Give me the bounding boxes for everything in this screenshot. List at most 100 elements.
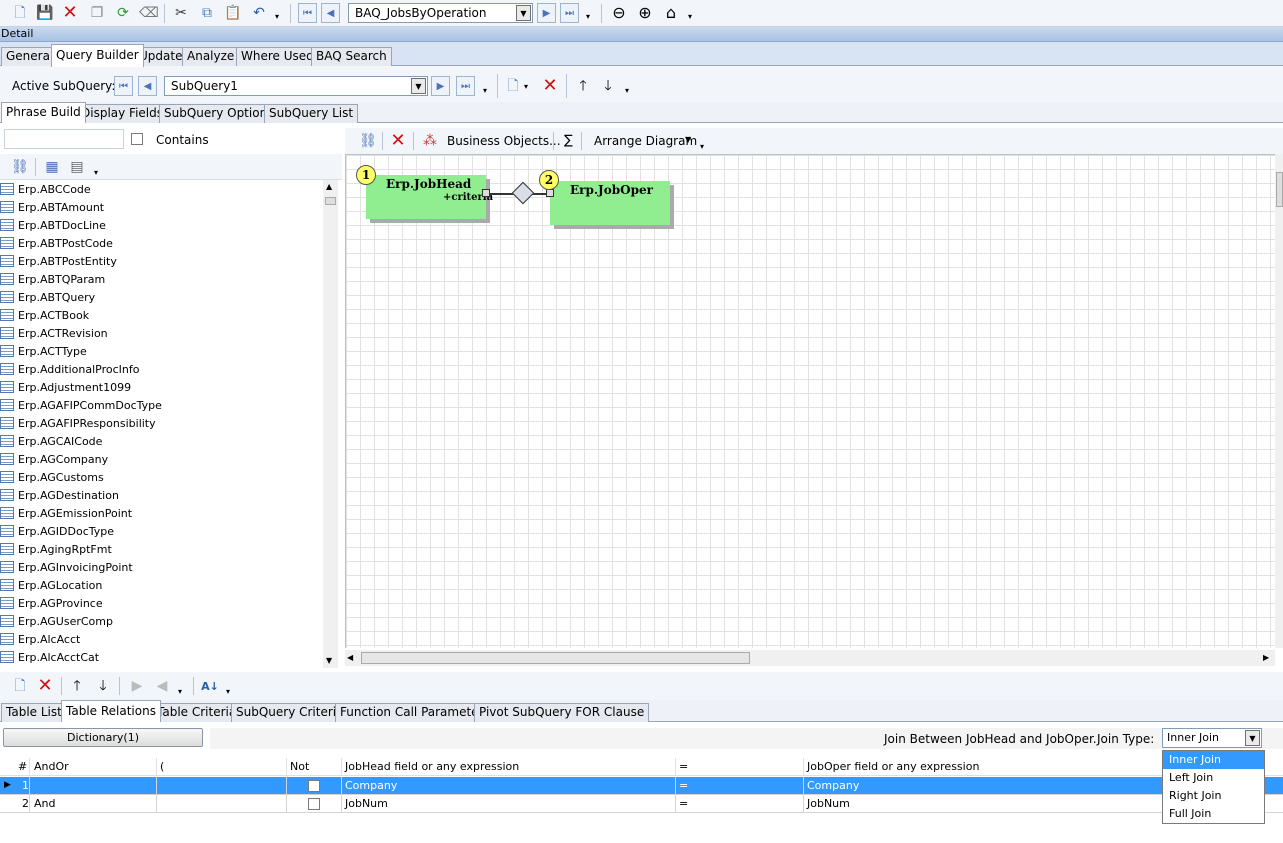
list-item[interactable]: Erp.AGCustoms — [0, 468, 322, 486]
copy-icon[interactable]: ❐ — [87, 3, 107, 23]
list-item[interactable]: Erp.ACTType — [0, 342, 322, 360]
tab-general[interactable]: General — [1, 47, 59, 66]
join-type-select[interactable]: Inner Join ▼ — [1162, 728, 1262, 748]
sort-dropdown-icon[interactable]: ▾ — [226, 687, 230, 696]
subquery-nav-dropdown-icon[interactable]: ▾ — [483, 86, 487, 95]
list-item[interactable]: Erp.AGLocation — [0, 576, 322, 594]
list-item[interactable]: Erp.AGCAICode — [0, 432, 322, 450]
diagram-hscrollbar[interactable]: ◀ ▶ — [345, 650, 1275, 666]
list-item[interactable]: Erp.AGCompany — [0, 450, 322, 468]
chevron-down-icon[interactable]: ▼ — [411, 78, 426, 94]
table-node-jobhead[interactable]: Erp.JobHead +criteria — [366, 175, 493, 219]
indent-icon[interactable]: ▶ — [127, 676, 147, 696]
sort-az-icon[interactable]: A↓ — [200, 676, 220, 696]
forward-icon[interactable]: ⊕ — [635, 3, 655, 23]
list-item[interactable]: Erp.ABTAmount — [0, 198, 322, 216]
export-icon[interactable]: ▤ — [67, 157, 87, 177]
list-item[interactable]: Erp.ACTRevision — [0, 324, 322, 342]
tab-display-fields[interactable]: Display Fields — [76, 104, 168, 123]
scroll-down-icon[interactable]: ▼ — [326, 656, 332, 665]
row-right-field[interactable]: JobNum — [804, 795, 1164, 813]
last-subquery-icon[interactable]: ⏭ — [456, 76, 475, 96]
contains-checkbox[interactable] — [131, 133, 143, 145]
connector-handle[interactable] — [546, 189, 554, 197]
arrange-dropdown-icon[interactable]: ▼ — [685, 135, 691, 144]
new-dropdown-icon[interactable]: ▾ — [524, 82, 528, 91]
tab-baq-search[interactable]: BAQ Search — [311, 47, 392, 66]
list-item[interactable]: Erp.Adjustment1099 — [0, 378, 322, 396]
tab-table-relations[interactable]: Table Relations — [61, 700, 161, 722]
first-record-icon[interactable]: ⏮ — [298, 3, 317, 23]
cut-icon[interactable]: ✂ — [171, 3, 191, 23]
move-up-icon[interactable]: 🡑 — [573, 76, 593, 96]
list-item[interactable]: Erp.AGAFIPResponsibility — [0, 414, 322, 432]
list-item[interactable]: Erp.AGProvince — [0, 594, 322, 612]
scroll-up-icon[interactable]: ▲ — [326, 182, 332, 191]
list-item[interactable]: Erp.AGEmissionPoint — [0, 504, 322, 522]
list-item[interactable]: Erp.ABTPostCode — [0, 234, 322, 252]
list-item[interactable]: Erp.AlcAcctCat — [0, 648, 322, 666]
home-icon[interactable]: ⌂ — [661, 3, 681, 23]
join-diamond-icon[interactable] — [511, 181, 535, 205]
join-option-inner[interactable]: Inner Join — [1163, 751, 1264, 769]
row-not[interactable] — [287, 777, 342, 795]
hscroll-thumb[interactable] — [361, 652, 750, 664]
tab-subquery-list[interactable]: SubQuery List — [264, 104, 359, 123]
indent-dropdown-icon[interactable]: ▾ — [178, 687, 182, 696]
scroll-thumb[interactable] — [325, 197, 336, 205]
more-dropdown-icon[interactable]: ▾ — [688, 12, 692, 21]
column-header-op[interactable]: = — [676, 758, 804, 776]
new-subquery-icon[interactable]: 🗋 — [503, 76, 523, 96]
new-relation-icon[interactable]: 🗋 — [10, 676, 30, 696]
business-objects-button[interactable]: Business Objects... — [447, 134, 561, 148]
table-list-scrollbar[interactable]: ▲ ▼ — [323, 180, 338, 668]
first-subquery-icon[interactable]: ⏮ — [114, 76, 133, 96]
tab-query-builder[interactable]: Query Builder — [51, 44, 144, 67]
chevron-down-icon[interactable]: ▼ — [516, 5, 531, 21]
list-item[interactable]: Erp.ABTPostEntity — [0, 252, 322, 270]
list-item[interactable]: Erp.AGIDDocType — [0, 522, 322, 540]
list-item[interactable]: Erp.ACTBook — [0, 306, 322, 324]
row-andor[interactable] — [31, 777, 157, 795]
nav-dropdown-icon[interactable]: ▾ — [586, 12, 590, 21]
row-left-field[interactable]: JobNum — [342, 795, 676, 813]
join-option-full[interactable]: Full Join — [1163, 805, 1264, 823]
previous-record-icon[interactable]: ◀ — [321, 3, 340, 23]
next-subquery-icon[interactable]: ▶ — [431, 76, 450, 96]
new-icon[interactable]: 🗋 — [10, 3, 30, 23]
table-row[interactable]: 2 And JobNum = JobNum — [0, 795, 1283, 813]
list-toolbar-dropdown-icon[interactable]: ▾ — [94, 168, 98, 177]
paste-icon[interactable]: 📋 — [223, 3, 243, 23]
tab-where-used[interactable]: Where Used — [236, 47, 319, 66]
tab-subquery-criteria[interactable]: SubQuery Criteria — [231, 703, 349, 722]
scroll-right-icon[interactable]: ▶ — [1263, 653, 1269, 662]
join-option-left[interactable]: Left Join — [1163, 769, 1264, 787]
link-tables-icon[interactable]: ⛓ — [358, 131, 378, 151]
toolbar-overflow-icon[interactable]: ▾ — [700, 142, 704, 151]
not-checkbox[interactable] — [308, 780, 320, 792]
list-item[interactable]: Erp.ABTDocLine — [0, 216, 322, 234]
list-item[interactable]: Erp.AGUserComp — [0, 612, 322, 630]
connector-handle[interactable] — [482, 189, 490, 197]
delete-icon[interactable]: ✕ — [60, 3, 80, 23]
back-icon[interactable]: ⊖ — [609, 3, 629, 23]
row-op[interactable]: = — [676, 795, 804, 813]
row-paren[interactable] — [157, 795, 287, 813]
row-andor[interactable]: And — [31, 795, 157, 813]
delete-subquery-icon[interactable]: ✕ — [540, 76, 560, 96]
dictionary-button[interactable]: Dictionary(1) — [3, 728, 203, 747]
refresh-icon[interactable]: ⟳ — [113, 3, 133, 23]
table-row[interactable]: ▶ 1 Company = Company — [0, 777, 1283, 795]
list-item[interactable]: Erp.ABTQuery — [0, 288, 322, 306]
scroll-left-icon[interactable]: ◀ — [347, 653, 353, 662]
sigma-button[interactable]: ∑ — [564, 133, 573, 148]
undo-dropdown-icon[interactable]: ▾ — [275, 12, 279, 21]
delete-table-icon[interactable]: ✕ — [388, 131, 408, 151]
move-dropdown-icon[interactable]: ▾ — [625, 86, 629, 95]
tab-function-call-parameters[interactable]: Function Call Parameters — [335, 703, 495, 722]
query-selector[interactable]: BAQ_JobsByOperation ▼ — [348, 3, 533, 23]
clear-icon[interactable]: ⌫ — [139, 3, 159, 23]
row-left-field[interactable]: Company — [342, 777, 676, 795]
list-item[interactable]: Erp.ABTQParam — [0, 270, 322, 288]
delete-relation-icon[interactable]: ✕ — [35, 676, 55, 696]
